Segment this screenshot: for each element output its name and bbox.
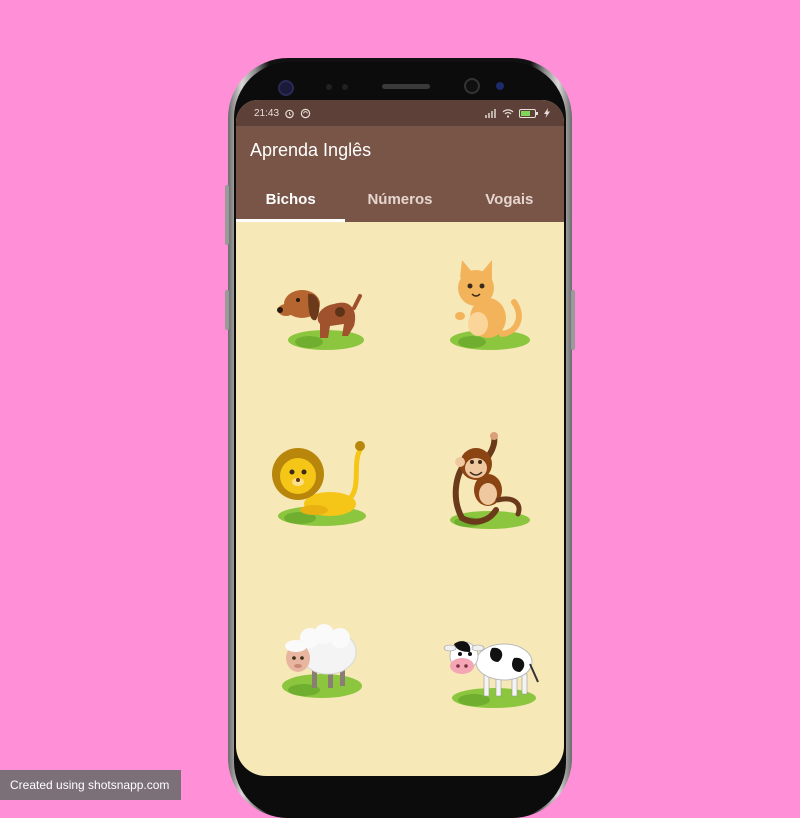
alarm-icon: [285, 109, 294, 118]
iris-scanner-icon: [496, 82, 504, 90]
cow-icon[interactable]: [432, 608, 542, 718]
front-sensor-icon: [278, 80, 294, 96]
bixby-button: [225, 290, 229, 330]
status-time: 21:43: [254, 107, 280, 119]
cat-icon[interactable]: [432, 252, 542, 362]
charging-icon: [544, 108, 550, 118]
status-bar: 21:43: [236, 100, 564, 126]
sheep-icon[interactable]: [264, 608, 374, 718]
power-button: [571, 290, 575, 350]
battery-icon: [519, 108, 538, 118]
app-screen: 21:43 Aprenda Inglês Bichos Números Voga…: [236, 100, 564, 776]
watermark-text: Created using shotsnapp.com: [0, 770, 181, 800]
app-title: Aprenda Inglês: [250, 140, 372, 160]
sync-icon: [300, 108, 311, 118]
signal-icon: [485, 108, 496, 118]
lion-icon[interactable]: [264, 430, 374, 540]
animal-grid: [236, 222, 564, 776]
tab-bichos[interactable]: Bichos: [236, 176, 346, 222]
app-bar: Aprenda Inglês Bichos Números Vogais: [236, 126, 564, 222]
tab-vogais[interactable]: Vogais: [455, 176, 564, 222]
volume-button: [225, 185, 229, 245]
tab-bar: Bichos Números Vogais: [236, 176, 564, 222]
earpiece-speaker: [382, 84, 430, 89]
front-camera-icon: [464, 78, 480, 94]
dog-icon[interactable]: [264, 252, 374, 362]
proximity-sensor-icon: [326, 84, 332, 90]
monkey-icon[interactable]: [432, 430, 542, 540]
tab-numeros[interactable]: Números: [345, 176, 454, 222]
light-sensor-icon: [342, 84, 348, 90]
wifi-icon: [502, 109, 514, 118]
